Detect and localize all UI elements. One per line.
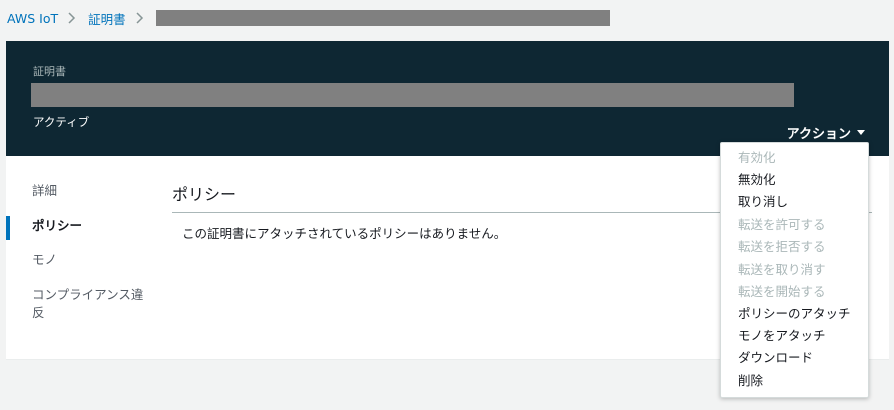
menu-item-activate: 有効化 [738, 150, 776, 165]
menu-item-cancel-transfer: 転送を取り消す [738, 262, 826, 277]
menu-item-delete[interactable]: 削除 [738, 372, 763, 390]
nav-item-things[interactable]: モノ [32, 251, 147, 269]
nav-item-noncompliance[interactable]: コンプライアンス違反 [32, 286, 147, 322]
nav-item-policies[interactable]: ポリシー [32, 217, 147, 235]
menu-item-reject-transfer: 転送を拒否する [738, 239, 826, 254]
page-title: ポリシー [172, 185, 237, 204]
menu-item-download[interactable]: ダウンロード [738, 349, 813, 367]
menu-item-start-transfer: 転送を開始する [738, 284, 826, 299]
breadcrumb: AWS IoT 証明書 [7, 7, 610, 29]
chevron-right-icon [68, 11, 78, 25]
menu-item-attach-policy[interactable]: ポリシーのアタッチ [738, 305, 851, 323]
nav-item-details[interactable]: 詳細 [32, 182, 147, 200]
menu-item-accept-transfer: 転送を許可する [738, 217, 826, 232]
breadcrumb-certificates-link[interactable]: 証明書 [88, 9, 126, 28]
menu-item-deactivate[interactable]: 無効化 [738, 171, 776, 189]
actions-dropdown-menu: 有効化 無効化 取り消し 転送を許可する 転送を拒否する 転送を取り消す 転送を… [720, 142, 869, 398]
header-label: 証明書 [33, 65, 66, 78]
menu-item-revoke[interactable]: 取り消し [738, 193, 788, 211]
redacted-certificate-id [155, 10, 610, 26]
status-badge: アクティブ [33, 115, 90, 129]
chevron-right-icon [136, 11, 146, 25]
breadcrumb-aws-iot-link[interactable]: AWS IoT [7, 11, 58, 26]
actions-button[interactable]: アクション [787, 123, 865, 142]
certificate-header: 証明書 アクティブ アクション [6, 41, 889, 156]
menu-item-attach-thing[interactable]: モノをアタッチ [738, 327, 826, 345]
redacted-certificate-title [31, 83, 794, 107]
caret-down-icon [857, 130, 865, 135]
active-nav-indicator [6, 216, 10, 240]
actions-button-label: アクション [786, 127, 851, 142]
empty-state-message: この証明書にアタッチされているポリシーはありません。 [182, 226, 507, 241]
